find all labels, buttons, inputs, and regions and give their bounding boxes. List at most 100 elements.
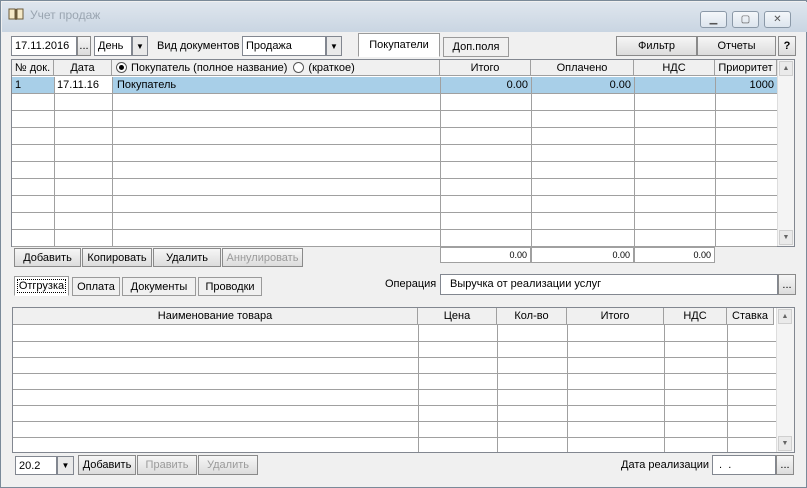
grid-line <box>12 195 777 196</box>
total-sum: 0.00 <box>440 247 531 263</box>
scroll-up-icon[interactable]: ▲ <box>779 61 793 76</box>
tab-documents[interactable]: Документы <box>122 277 196 296</box>
col-date[interactable]: Дата <box>54 60 112 76</box>
grid-line <box>12 178 777 179</box>
add-item-button[interactable]: Добавить <box>78 455 136 475</box>
tab-shipment[interactable]: Отгрузка <box>14 276 69 296</box>
total-vat: 0.00 <box>634 247 715 263</box>
cancel-document-button[interactable]: Аннулировать <box>222 248 303 267</box>
operation-field[interactable]: Выручка от реализации услуг <box>440 274 778 295</box>
grid-line <box>440 77 441 246</box>
help-button[interactable]: ? <box>778 36 796 56</box>
copy-document-button[interactable]: Копировать <box>82 248 152 267</box>
grid-line <box>13 373 776 374</box>
documents-scrollbar[interactable] <box>777 60 794 246</box>
scroll-up-icon[interactable]: ▲ <box>778 309 792 324</box>
grid-line <box>12 110 777 111</box>
grid-line <box>54 77 55 246</box>
col-item-vat[interactable]: НДС <box>664 308 727 325</box>
row-total: 0.00 <box>506 79 528 91</box>
grid-line <box>13 341 776 342</box>
rate-select[interactable]: 20.2 <box>15 456 57 475</box>
grid-line <box>13 389 776 390</box>
radio-short-name[interactable] <box>293 62 305 73</box>
operation-picker-button[interactable]: ... <box>778 274 796 295</box>
radio-short-name-label: (краткое) <box>308 61 355 74</box>
grid-line <box>664 325 665 452</box>
tab-postings[interactable]: Проводки <box>198 277 262 296</box>
grid-line <box>531 77 532 246</box>
grid-line <box>12 161 777 162</box>
radio-full-name[interactable] <box>116 62 127 73</box>
radio-full-name-label: Покупатель (полное название) <box>131 61 288 74</box>
row-paid: 0.00 <box>609 79 631 91</box>
close-button[interactable]: ✕ <box>764 11 791 28</box>
sale-date-field[interactable]: . . <box>712 455 776 475</box>
tab-buyers[interactable]: Покупатели <box>358 33 440 57</box>
delete-item-button[interactable]: Удалить <box>198 455 258 475</box>
col-priority[interactable]: Приоритет <box>715 60 777 76</box>
col-item-rate[interactable]: Ставка <box>727 308 774 325</box>
grid-line <box>12 212 777 213</box>
tab-payment[interactable]: Оплата <box>72 277 120 296</box>
grid-line <box>13 421 776 422</box>
operation-label: Операция <box>385 278 437 290</box>
close-icon: ✕ <box>773 14 782 25</box>
title-bar <box>2 2 807 32</box>
grid-line <box>12 93 777 94</box>
date-picker-button[interactable]: ... <box>77 36 91 56</box>
col-item-name[interactable]: Наименование товара <box>13 308 418 325</box>
minimize-button[interactable]: ▁ <box>700 11 727 28</box>
maximize-icon: ▢ <box>740 14 751 25</box>
grid-line <box>12 144 777 145</box>
grid-line <box>497 325 498 452</box>
grid-line <box>567 325 568 452</box>
col-paid[interactable]: Оплачено <box>531 60 634 76</box>
tab-extra-fields[interactable]: Доп.поля <box>443 37 509 57</box>
doc-type-select[interactable]: Продажа <box>242 36 326 56</box>
sale-date-label: Дата реализации <box>621 459 710 471</box>
grid-line <box>112 77 113 246</box>
doc-type-label: Вид документов <box>157 40 240 52</box>
col-buyer: Покупатель (полное название) (краткое) <box>112 60 440 76</box>
chevron-down-icon[interactable]: ▼ <box>57 456 74 475</box>
grid-line <box>12 127 777 128</box>
grid-line <box>12 229 777 230</box>
grid-line <box>634 77 635 246</box>
scroll-down-icon[interactable]: ▼ <box>779 230 793 245</box>
window-title: Учет продаж <box>30 8 101 22</box>
grid-line <box>418 325 419 452</box>
minimize-icon: ▁ <box>709 14 718 25</box>
items-grid <box>12 307 795 453</box>
tab-shipment-label: Отгрузка <box>16 279 67 293</box>
total-paid: 0.00 <box>531 247 634 263</box>
period-select[interactable]: День <box>94 36 132 56</box>
items-scrollbar[interactable] <box>776 308 794 452</box>
col-vat[interactable]: НДС <box>634 60 715 76</box>
row-date[interactable]: 17.11.16 <box>54 77 112 93</box>
grid-line <box>715 77 716 246</box>
reports-button[interactable]: Отчеты <box>697 36 776 56</box>
grid-line <box>727 325 728 452</box>
delete-document-button[interactable]: Удалить <box>153 248 221 267</box>
date-field[interactable]: 17.11.2016 <box>11 36 77 56</box>
sale-date-picker-button[interactable]: ... <box>776 455 794 475</box>
book-icon <box>8 8 24 20</box>
scroll-down-icon[interactable]: ▼ <box>778 436 792 451</box>
col-total[interactable]: Итого <box>440 60 531 76</box>
chevron-down-icon[interactable]: ▼ <box>132 36 148 56</box>
maximize-button[interactable]: ▢ <box>732 11 759 28</box>
chevron-down-icon[interactable]: ▼ <box>326 36 342 56</box>
add-document-button[interactable]: Добавить <box>14 248 81 267</box>
grid-line <box>13 405 776 406</box>
filter-button[interactable]: Фильтр <box>616 36 697 56</box>
col-doc-number[interactable]: № док. <box>12 60 54 76</box>
row-doc-number: 1 <box>15 79 22 91</box>
grid-line <box>13 437 776 438</box>
row-priority: 1000 <box>749 79 774 91</box>
col-item-total[interactable]: Итого <box>567 308 664 325</box>
col-item-price[interactable]: Цена <box>418 308 497 325</box>
edit-item-button[interactable]: Править <box>137 455 197 475</box>
row-buyer: Покупатель <box>117 79 177 91</box>
col-item-qty[interactable]: Кол-во <box>497 308 567 325</box>
